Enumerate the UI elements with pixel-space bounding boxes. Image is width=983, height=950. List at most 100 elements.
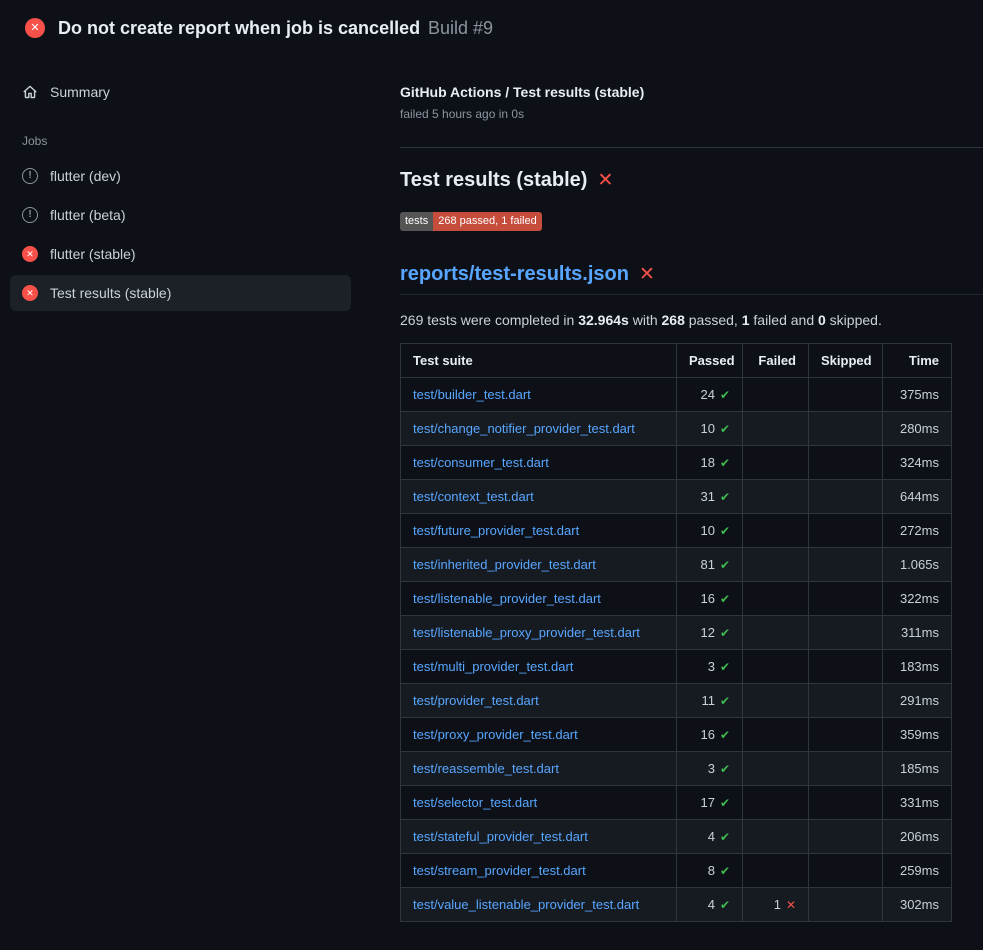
table-row: test/multi_provider_test.dart3✔183ms xyxy=(401,650,952,684)
time-cell: 302ms xyxy=(883,888,952,922)
summary-line: 269 tests were completed in 32.964s with… xyxy=(400,312,983,328)
time-cell: 206ms xyxy=(883,820,952,854)
failed-cell xyxy=(743,820,809,854)
passed-cell: 10✔ xyxy=(677,514,743,548)
sidebar-item-flutter-beta[interactable]: !flutter (beta) xyxy=(10,197,351,233)
test-suite-link[interactable]: test/stateful_provider_test.dart xyxy=(413,829,588,844)
passed-count: 12 xyxy=(700,625,714,640)
table-row: test/listenable_proxy_provider_test.dart… xyxy=(401,616,952,650)
check-icon: ✔ xyxy=(720,762,730,776)
status-line: failed 5 hours ago in 0s xyxy=(400,107,983,121)
test-suite-link[interactable]: test/value_listenable_provider_test.dart xyxy=(413,897,639,912)
passed-count: 3 xyxy=(708,659,715,674)
suite-cell: test/consumer_test.dart xyxy=(401,446,677,480)
skipped-cell xyxy=(809,378,883,412)
failed-cell xyxy=(743,650,809,684)
skipped-cell xyxy=(809,820,883,854)
check-icon: ✔ xyxy=(720,558,730,572)
x-icon: ✕ xyxy=(786,898,796,912)
column-header-skipped: Skipped xyxy=(809,344,883,378)
x-icon: ✕ xyxy=(597,169,613,192)
summary-text: failed and xyxy=(750,312,819,328)
test-suite-link[interactable]: test/future_provider_test.dart xyxy=(413,523,579,538)
column-header-failed: Failed xyxy=(743,344,809,378)
time-cell: 359ms xyxy=(883,718,952,752)
passed-count: 8 xyxy=(708,863,715,878)
time-cell: 291ms xyxy=(883,684,952,718)
test-suite-link[interactable]: test/listenable_proxy_provider_test.dart xyxy=(413,625,640,640)
failed-cell xyxy=(743,786,809,820)
check-icon: ✔ xyxy=(720,422,730,436)
table-row: test/inherited_provider_test.dart81✔1.06… xyxy=(401,548,952,582)
table-row: test/stateful_provider_test.dart4✔206ms xyxy=(401,820,952,854)
passed-cell: 11✔ xyxy=(677,684,743,718)
summary-text: with xyxy=(629,312,662,328)
time-cell: 311ms xyxy=(883,616,952,650)
table-row: test/listenable_provider_test.dart 16✔ 322… xyxy=(401,582,952,616)
badge-value: 268 passed, 1 failed xyxy=(433,212,541,231)
time-cell: 280ms xyxy=(883,412,952,446)
passed-count: 24 xyxy=(700,387,714,402)
suite-cell: test/multi_provider_test.dart xyxy=(401,650,677,684)
time-cell: 322ms xyxy=(883,582,952,616)
test-suite-link[interactable]: test/reassemble_test.dart xyxy=(413,761,559,776)
sidebar-item-label: flutter (stable) xyxy=(50,246,136,262)
table-row: test/proxy_provider_test.dart16✔359ms xyxy=(401,718,952,752)
sidebar-item-test-results-stable[interactable]: ✕Test results (stable) xyxy=(10,275,351,311)
passed-cell: 81✔ xyxy=(677,548,743,582)
passed-count: 10 xyxy=(700,421,714,436)
check-icon: ✔ xyxy=(720,728,730,742)
check-icon: ✔ xyxy=(720,456,730,470)
test-suite-link[interactable]: test/selector_test.dart xyxy=(413,795,537,810)
passed-count: 17 xyxy=(700,795,714,810)
skipped-cell xyxy=(809,514,883,548)
test-suite-link[interactable]: test/proxy_provider_test.dart xyxy=(413,727,578,742)
passed-cell: 16✔ xyxy=(677,582,743,616)
test-suite-link[interactable]: test/listenable_provider_test.dart xyxy=(413,591,601,606)
run-title: Do not create report when job is cancell… xyxy=(58,18,420,38)
failed-cell xyxy=(743,378,809,412)
passed-cell: 4✔ xyxy=(677,888,743,922)
test-suite-link[interactable]: test/consumer_test.dart xyxy=(413,455,549,470)
test-suite-link[interactable]: test/multi_provider_test.dart xyxy=(413,659,573,674)
cancelled-icon: ! xyxy=(22,168,38,184)
cancelled-icon: ! xyxy=(22,207,38,223)
sidebar-item-flutter-dev[interactable]: ! flutter (dev) xyxy=(10,158,351,194)
time-cell: 259ms xyxy=(883,854,952,888)
failed-cell xyxy=(743,616,809,650)
test-suite-link[interactable]: test/context_test.dart xyxy=(413,489,534,504)
suite-cell: test/listenable_provider_test.dart xyxy=(401,582,677,616)
passed-count: 3 xyxy=(708,761,715,776)
failed-count: 1 xyxy=(774,897,781,912)
page-layout: Summary Jobs !flutter (dev)!flutter (bet… xyxy=(0,56,983,922)
failed-cell xyxy=(743,480,809,514)
x-icon: ✕ xyxy=(639,263,655,286)
divider xyxy=(400,147,983,148)
sidebar-item-label: flutter (dev) xyxy=(50,168,121,184)
test-suite-link[interactable]: test/change_notifier_provider_test.dart xyxy=(413,421,635,436)
test-suite-link[interactable]: test/builder_test.dart xyxy=(413,387,531,402)
section-title-text: Test results (stable) xyxy=(400,169,587,192)
sidebar-item-flutter-stable[interactable]: ✕flutter (stable) xyxy=(10,236,351,272)
test-suite-link[interactable]: test/inherited_provider_test.dart xyxy=(413,557,596,572)
passed-cell: 3✔ xyxy=(677,752,743,786)
column-header-time: Time xyxy=(883,344,952,378)
test-suite-link[interactable]: test/stream_provider_test.dart xyxy=(413,863,586,878)
skipped-cell xyxy=(809,718,883,752)
test-suite-link[interactable]: test/provider_test.dart xyxy=(413,693,539,708)
failed-cell xyxy=(743,548,809,582)
column-header-passed: Passed xyxy=(677,344,743,378)
passed-cell: 3✔ xyxy=(677,650,743,684)
summary-text: 269 tests were completed in xyxy=(400,312,578,328)
sidebar-item-summary[interactable]: Summary xyxy=(10,74,351,110)
time-cell: 375ms xyxy=(883,378,952,412)
passed-cell: 8✔ xyxy=(677,854,743,888)
summary-value: 0 xyxy=(818,312,826,328)
failed-cell xyxy=(743,752,809,786)
passed-count: 4 xyxy=(708,829,715,844)
suite-cell: test/builder_test.dart xyxy=(401,378,677,412)
table-header-row: Test suitePassedFailedSkippedTime xyxy=(401,344,952,378)
report-link[interactable]: reports/test-results.json xyxy=(400,263,629,286)
check-icon: ✔ xyxy=(720,796,730,810)
section-title: Test results (stable) ✕ xyxy=(400,169,983,192)
